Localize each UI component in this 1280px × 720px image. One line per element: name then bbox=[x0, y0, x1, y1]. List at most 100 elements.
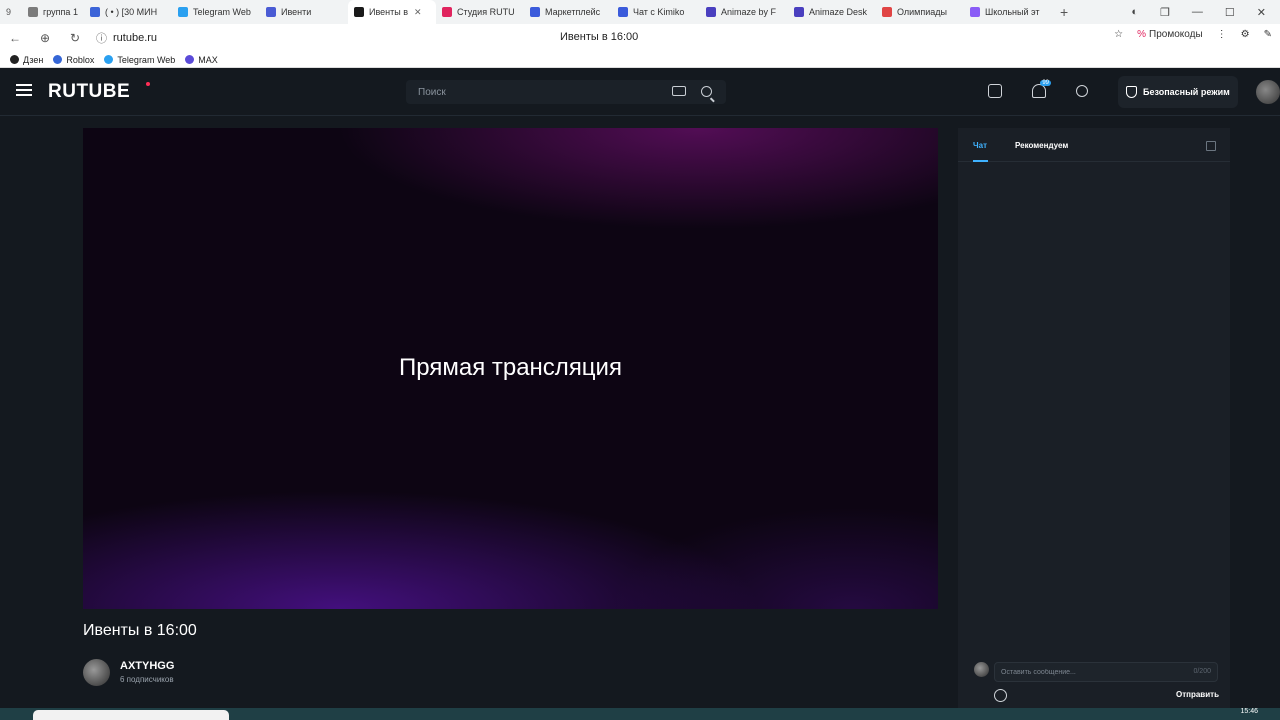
home-icon[interactable]: ⊕ bbox=[30, 31, 60, 45]
emoji-icon[interactable] bbox=[994, 689, 1007, 702]
upload-icon[interactable] bbox=[988, 84, 1002, 98]
tab-label: Маркетплейс bbox=[545, 7, 601, 17]
tab-favicon-icon bbox=[354, 7, 364, 17]
tab-label: Чат с Kimiko bbox=[633, 7, 685, 17]
tab-label: Олимпиады bbox=[897, 7, 947, 17]
browser-tab[interactable]: ( • ) [30 МИН bbox=[84, 0, 172, 24]
chat-panel: Чат Рекомендуем 0/200 Отправить bbox=[958, 128, 1230, 710]
bookmark-favicon-icon bbox=[10, 55, 19, 64]
percent-icon: % bbox=[1137, 29, 1147, 40]
bell-icon[interactable]: 99 bbox=[1032, 80, 1051, 98]
menu-icon[interactable] bbox=[16, 84, 32, 96]
tab-favicon-icon bbox=[618, 7, 628, 17]
chat-message-input[interactable] bbox=[1001, 668, 1171, 676]
tab-group-count: 9 bbox=[6, 7, 12, 17]
window-controls: ◐ ❐ — ☐ ✕ bbox=[1131, 0, 1280, 24]
os-taskbar: 15:46 bbox=[0, 708, 1280, 720]
video-player[interactable]: Прямая трансляция bbox=[83, 128, 938, 609]
taskbar-search[interactable] bbox=[33, 710, 229, 720]
promo-button[interactable]: % Промокоды bbox=[1137, 29, 1203, 40]
active-tab-indicator bbox=[973, 160, 988, 162]
bookmark-favicon-icon bbox=[185, 55, 195, 64]
address-bar-actions: ☆ % Промокоды ⋮ ⚙ ✎ bbox=[1114, 29, 1272, 40]
bookmark-item[interactable]: Roblox bbox=[53, 55, 94, 65]
tab-chat[interactable]: Чат bbox=[973, 141, 987, 150]
chat-input-box: 0/200 bbox=[994, 662, 1218, 682]
sun-icon[interactable] bbox=[1076, 85, 1088, 97]
tab-favicon-icon bbox=[178, 7, 188, 17]
keyboard-icon[interactable] bbox=[672, 86, 686, 96]
browser-tab[interactable]: Ивенти bbox=[260, 0, 348, 24]
search-input[interactable] bbox=[418, 86, 668, 98]
tab-group-indicator[interactable]: 9 bbox=[0, 0, 22, 24]
tab-favicon-icon bbox=[266, 7, 276, 17]
site-info-icon[interactable]: ⓘ bbox=[96, 30, 107, 46]
extensions-icon[interactable]: ⚙ bbox=[1241, 29, 1250, 40]
logo-dot bbox=[146, 82, 150, 86]
browser-tab[interactable]: Маркетплейс bbox=[524, 0, 612, 24]
address-bar: ← ⊕ ↻ ⓘ rutube.ru Ивенты в 16:00 ☆ % Про… bbox=[0, 24, 1280, 52]
tab-label: Animaze Desk bbox=[809, 7, 868, 17]
bookmark-item[interactable]: MAX bbox=[185, 55, 218, 65]
bookmark-favicon-icon bbox=[53, 55, 63, 64]
rutube-header: RUTUBE 99 Безопасный режим bbox=[0, 68, 1280, 116]
browser-tab[interactable]: Олимпиады bbox=[876, 0, 964, 24]
user-avatar[interactable] bbox=[1256, 80, 1280, 104]
player-overlay-text: Прямая трансляция bbox=[399, 354, 622, 381]
video-title: Ивенты в 16:00 bbox=[83, 622, 197, 639]
tab-label: Telegram Web bbox=[193, 7, 251, 17]
bookmark-item[interactable]: Telegram Web bbox=[104, 55, 175, 65]
bookmark-label: Дзен bbox=[23, 54, 44, 65]
search-icon[interactable] bbox=[701, 86, 712, 97]
new-tab-button[interactable]: + bbox=[1060, 4, 1068, 20]
subscriber-count: 6 подписчиков bbox=[120, 675, 174, 684]
more-menu-icon[interactable]: ⋮ bbox=[1217, 29, 1227, 40]
browser-tab[interactable]: группа 1 bbox=[22, 0, 84, 24]
tab-favicon-icon bbox=[442, 7, 452, 17]
send-button[interactable]: Отправить bbox=[1176, 690, 1219, 699]
url-text: rutube.ru bbox=[113, 32, 158, 44]
tab-label: группа 1 bbox=[43, 7, 78, 17]
profile-icon[interactable]: ◐ bbox=[1131, 6, 1138, 18]
bookmark-label: MAX bbox=[198, 54, 218, 65]
rutube-logo[interactable]: RUTUBE bbox=[48, 81, 130, 103]
minimize-button[interactable]: — bbox=[1192, 6, 1203, 18]
bookmark-icon[interactable]: ☆ bbox=[1114, 29, 1123, 40]
back-button[interactable]: ← bbox=[0, 31, 30, 45]
browser-tab[interactable]: Animaze Desk bbox=[788, 0, 876, 24]
maximize-button[interactable]: ☐ bbox=[1225, 6, 1235, 19]
reload-button[interactable]: ↻ bbox=[60, 31, 90, 45]
channel-name[interactable]: AXTYHGG bbox=[120, 660, 174, 672]
bookmarks-bar: Дзен Roblox Telegram Web MAX bbox=[0, 52, 1280, 68]
browser-tab[interactable]: Студия RUTU bbox=[436, 0, 524, 24]
edit-icon[interactable]: ✎ bbox=[1264, 29, 1272, 40]
browser-tab[interactable]: Ивенты в ✕ bbox=[348, 0, 436, 24]
char-counter: 0/200 bbox=[1193, 668, 1211, 675]
safe-mode-button[interactable]: Безопасный режим bbox=[1118, 76, 1238, 108]
tab-favicon-icon bbox=[794, 7, 804, 17]
header-icons: 99 bbox=[988, 80, 1088, 98]
tab-label: Animaze by F bbox=[721, 7, 777, 17]
close-window-button[interactable]: ✕ bbox=[1257, 6, 1266, 19]
url-field[interactable]: ⓘ rutube.ru bbox=[96, 30, 157, 46]
tab-favicon-icon bbox=[882, 7, 892, 17]
tab-recommended[interactable]: Рекомендуем bbox=[1015, 141, 1068, 150]
browser-tab-strip: 9 группа 1 ( • ) [30 МИН Telegram Web Ивент… bbox=[0, 0, 1280, 24]
tab-favicon-icon bbox=[28, 7, 38, 17]
channel-avatar[interactable] bbox=[83, 659, 110, 686]
tab-favicon-icon bbox=[530, 7, 540, 17]
popout-icon[interactable] bbox=[1206, 141, 1216, 151]
browser-tab[interactable]: Animaze by F bbox=[700, 0, 788, 24]
browser-tab[interactable]: Telegram Web bbox=[172, 0, 260, 24]
bookmark-item[interactable]: Дзен bbox=[10, 55, 43, 65]
collections-icon[interactable]: ❐ bbox=[1160, 6, 1170, 19]
search-bar bbox=[406, 80, 726, 104]
browser-tab[interactable]: Чат с Kimiko bbox=[612, 0, 700, 24]
bookmark-label: Telegram Web bbox=[117, 54, 176, 65]
chat-tabs: Чат Рекомендуем bbox=[958, 128, 1230, 162]
chat-user-avatar bbox=[974, 662, 989, 677]
browser-tab[interactable]: Школьный эт bbox=[964, 0, 1052, 24]
taskbar-clock: 15:46 bbox=[1240, 708, 1258, 715]
tab-label: Студия RUTU bbox=[457, 7, 515, 17]
tab-close-icon[interactable]: ✕ bbox=[414, 7, 422, 18]
